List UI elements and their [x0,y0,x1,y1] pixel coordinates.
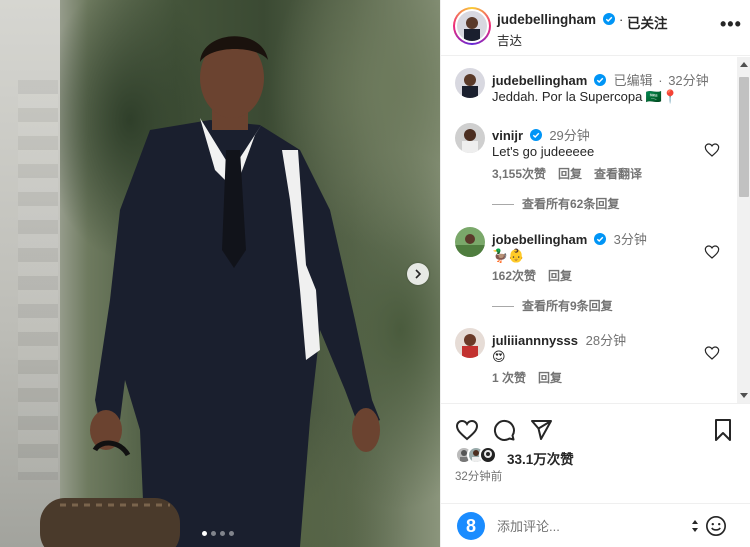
post-location[interactable]: 吉达 [497,30,522,49]
scroll-down-arrow-icon[interactable] [740,393,748,398]
scrollbar-thumb[interactable] [739,77,749,197]
author-avatar-ring[interactable] [453,7,491,45]
comment-like-count[interactable]: 3,155次赞 [492,167,546,181]
scroll-up-arrow-icon[interactable] [740,62,748,67]
view-replies-button[interactable]: 查看所有62条回复 [492,195,619,212]
caption-text: Jeddah. Por la Supercopa 🇸🇦📍 [492,89,679,104]
author-avatar[interactable] [457,11,487,41]
likes-summary[interactable]: 33.1万次赞 [455,446,735,468]
input-stepper-icon [692,520,698,532]
comments-scrollbar[interactable] [737,57,750,403]
post-footer: 33.1万次赞 32分钟前 8 [441,403,750,547]
comment-item: jobebellingham 3分钟 🦆👶 162次赞 回复 查看所有9条回复 [441,227,737,317]
comment-text: Let's go judeeeee [492,144,595,159]
edited-label: 已编辑 [613,73,653,88]
heart-icon[interactable] [455,418,479,442]
verified-badge-icon [529,129,542,141]
caption-username-text[interactable]: judebellingham [492,73,587,88]
comment-item: vinijr 29分钟 Let's go judeeeee 3,155次赞 回复查… [441,123,737,213]
author-username-text[interactable]: judebellingham [497,12,596,27]
author-username[interactable]: judebellingham [497,12,615,27]
post-header: judebellingham · 已关注 吉达 ••• [441,0,750,56]
reply-button[interactable]: 回复 [538,371,562,385]
comment-actions: 3,155次赞 回复 查看翻译 [492,165,654,182]
verified-badge-icon [593,74,606,86]
comment-time: 28分钟 [585,333,627,348]
author-avatar[interactable] [455,68,485,98]
header-separator: · [619,12,624,27]
add-comment-bar: 8 [441,503,750,547]
comment-like-heart-icon[interactable] [704,244,720,260]
send-icon[interactable] [529,418,553,442]
post-photo[interactable] [0,0,440,547]
commenter-avatar[interactable] [455,328,485,358]
following-button[interactable]: 已关注 [627,12,668,32]
emoji-icon[interactable] [705,515,727,537]
verified-badge-icon [593,233,606,245]
carousel-next-button[interactable] [407,263,429,285]
commenter-avatar[interactable] [455,227,485,257]
caption-row: judebellingham 已编辑 · 32分钟 Jeddah. Por la… [441,68,737,112]
carousel-dot [220,531,225,536]
comment-actions: 162次赞 回复 [492,267,584,284]
bookmark-icon[interactable] [711,418,735,442]
carousel-dots [202,531,234,536]
post-action-bar [455,418,735,442]
carousel-dot [211,531,216,536]
view-replies-text[interactable]: 查看所有9条回复 [522,299,613,313]
commenter-avatar[interactable] [455,123,485,153]
caption-separator: · [658,73,663,88]
comment-icon[interactable] [492,418,516,442]
liker-avatar[interactable] [479,446,497,464]
comment-username-text[interactable]: juliiiannnysss [492,333,578,348]
comment-text: 😍 [492,349,506,364]
comments-list: judebellingham 已编辑 · 32分钟 Jeddah. Por la… [441,57,737,403]
comment-actions: 1 次赞 回复 [492,369,574,386]
caption-username[interactable]: judebellingham 已编辑 · 32分钟 [492,70,709,89]
comment-item: juliiiannnysss 28分钟 😍 1 次赞 回复 [441,328,737,388]
post-side-panel: judebellingham · 已关注 吉达 ••• judebellingh… [440,0,750,547]
chevron-right-icon [415,269,422,279]
more-options-icon[interactable]: ••• [720,14,742,35]
view-replies-line [492,204,514,206]
carousel-dot [229,531,234,536]
view-replies-text[interactable]: 查看所有62条回复 [522,197,619,211]
see-translation-button[interactable]: 查看翻译 [594,167,642,181]
view-replies-button[interactable]: 查看所有9条回复 [492,297,613,314]
comment-time: 3分钟 [613,232,647,247]
likes-count[interactable]: 33.1万次赞 [507,448,574,468]
post-time-ago[interactable]: 32分钟前 [455,468,502,484]
browser-extension-logo-icon[interactable]: 8 [457,512,485,540]
comment-username[interactable]: juliiiannnysss 28分钟 [492,330,626,349]
comment-like-heart-icon[interactable] [704,345,720,361]
caption-time: 32分钟 [668,73,709,88]
view-replies-line [492,306,514,308]
comment-like-heart-icon[interactable] [704,142,720,158]
comment-username[interactable]: jobebellingham 3分钟 [492,229,647,248]
comment-username[interactable]: vinijr 29分钟 [492,125,590,144]
reply-button[interactable]: 回复 [558,167,582,181]
verified-badge-icon [602,13,615,25]
comment-like-count[interactable]: 1 次赞 [492,371,526,385]
reply-button[interactable]: 回复 [548,269,572,283]
comment-like-count[interactable]: 162次赞 [492,269,536,283]
add-comment-input[interactable] [497,516,687,536]
comment-time: 29分钟 [549,128,590,143]
comment-text: 🦆👶 [492,248,525,263]
carousel-dot [202,531,207,536]
comment-username-text[interactable]: jobebellingham [492,232,587,247]
player-figure [40,36,380,547]
comment-username-text[interactable]: vinijr [492,128,523,143]
